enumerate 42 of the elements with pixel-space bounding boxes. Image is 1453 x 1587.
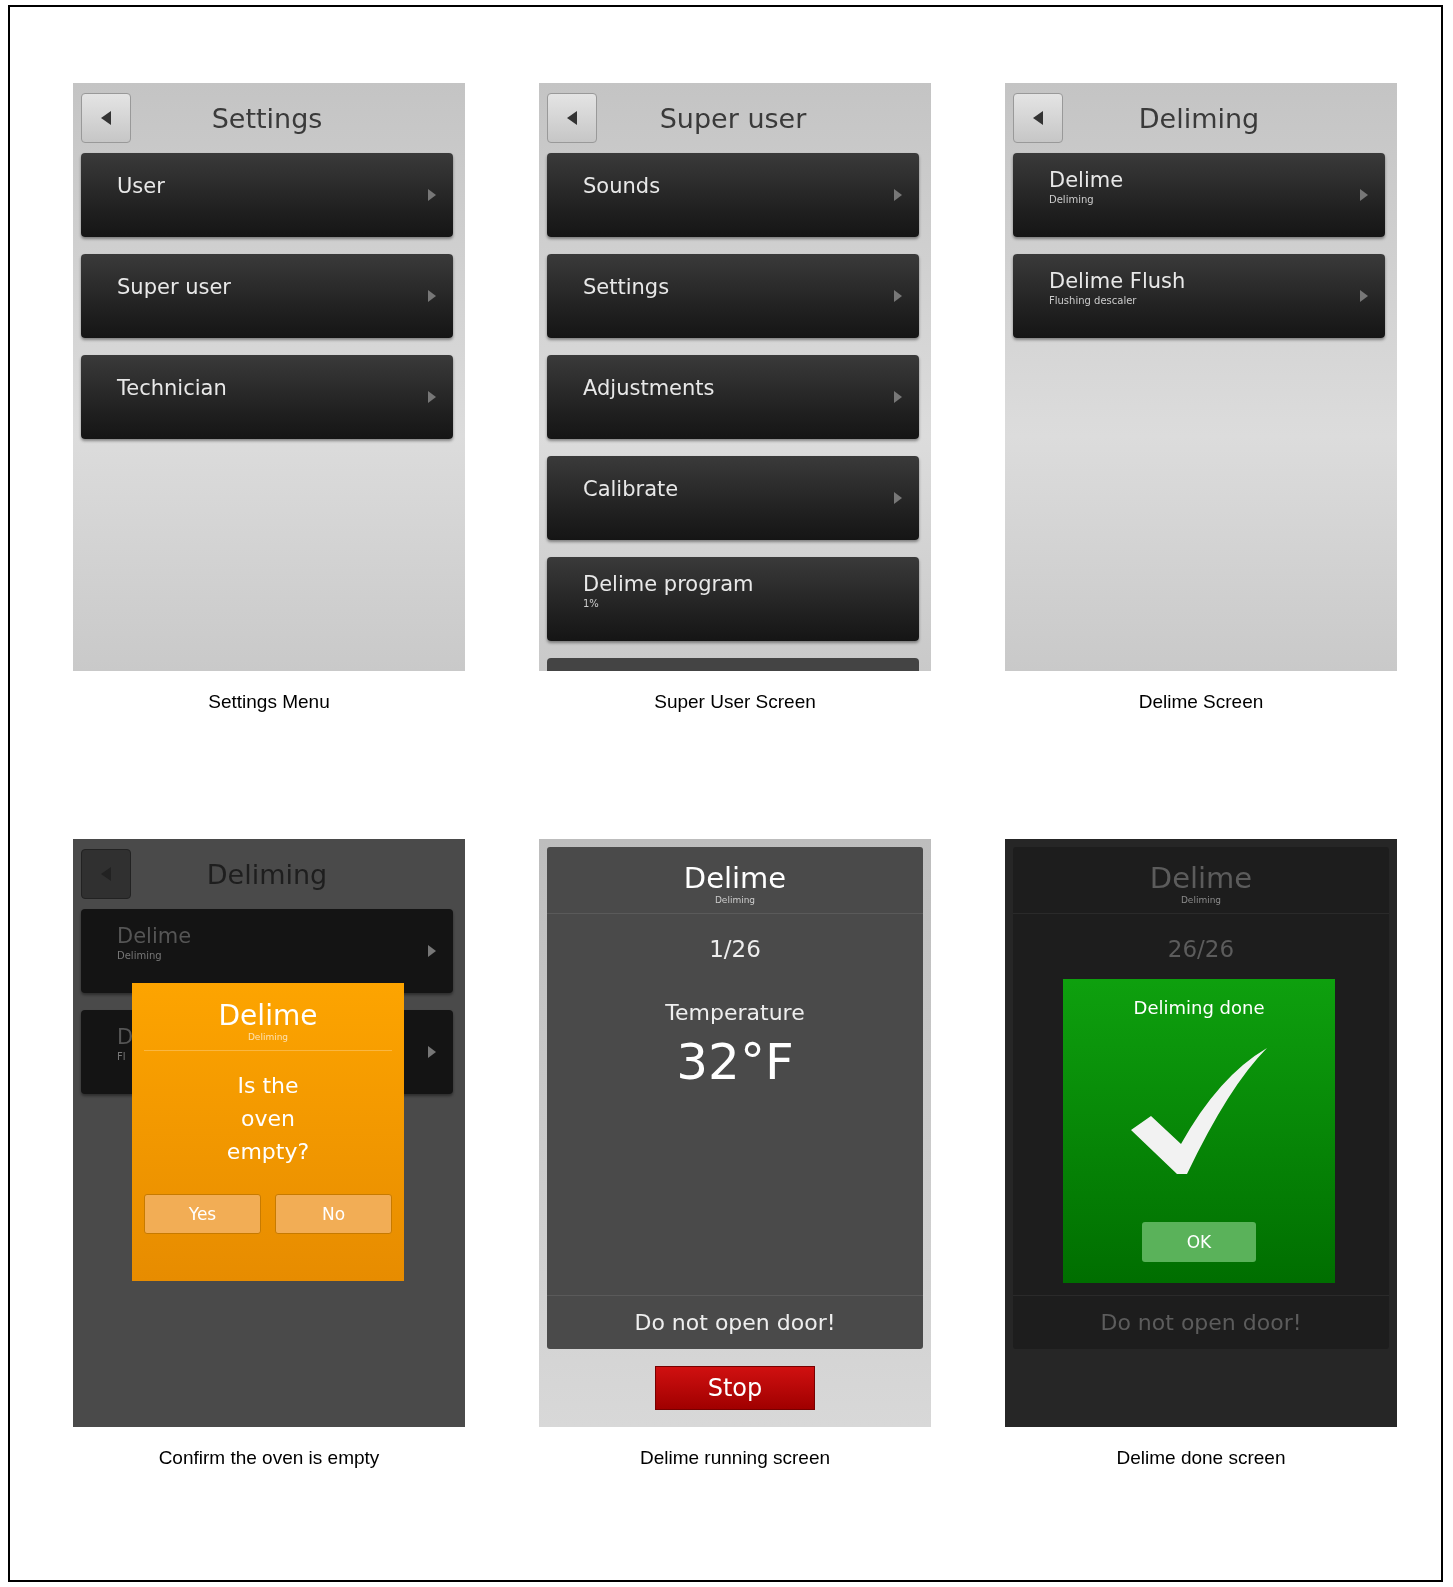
screen-title: Settings: [210, 102, 324, 134]
screen-title: Delime: [1149, 861, 1253, 895]
screen-title: Super user: [658, 102, 808, 134]
menu-item[interactable]: Delime program 1%: [547, 557, 919, 641]
menu-item[interactable]: Calibrate: [547, 456, 919, 540]
temperature-label: Temperature: [665, 1000, 805, 1025]
step-counter: 1/26: [709, 936, 761, 962]
figure-caption: Settings Menu: [208, 691, 330, 713]
back-button[interactable]: [1013, 93, 1063, 143]
figure-caption: Delime Screen: [1138, 691, 1264, 713]
warning-text: Do not open door!: [1013, 1295, 1389, 1349]
back-arrow-icon: [565, 110, 579, 126]
back-arrow-icon: [99, 110, 113, 126]
back-arrow-icon: [1031, 110, 1045, 126]
dialog-message: Is the oven empty?: [225, 1072, 311, 1166]
menu-item[interactable]: Adjustments: [547, 355, 919, 439]
temperature-value: 32°F: [676, 1033, 794, 1091]
checkmark-icon: [1129, 1046, 1269, 1176]
figure-caption: Super User Screen: [654, 691, 816, 713]
menu-item[interactable]: Super user: [81, 254, 453, 338]
menu-item[interactable]: Delime Flush Flushing descaler: [1013, 254, 1385, 338]
warning-text: Do not open door!: [547, 1295, 923, 1349]
menu-item[interactable]: Delime Deliming: [1013, 153, 1385, 237]
menu-item[interactable]: Settings: [547, 254, 919, 338]
screen-title: Delime: [683, 861, 787, 895]
menu-item[interactable]: Sounds: [547, 153, 919, 237]
menu-item[interactable]: Delime Deliming: [81, 909, 453, 993]
screen-subtitle: Deliming: [547, 895, 923, 914]
figure-caption: Delime done screen: [1116, 1447, 1286, 1469]
figure-caption: Confirm the oven is empty: [158, 1447, 380, 1469]
back-button[interactable]: [547, 93, 597, 143]
dialog-title: Deliming done: [1133, 997, 1265, 1018]
screen-subtitle: Deliming: [1013, 895, 1389, 914]
stop-button[interactable]: Stop: [655, 1366, 815, 1410]
dialog-title: Delime: [218, 999, 318, 1032]
figure-caption: Delime running screen: [639, 1447, 831, 1469]
step-counter: 26/26: [1167, 936, 1235, 962]
menu-item[interactable]: Technician: [81, 355, 453, 439]
dialog-subtitle: Deliming: [247, 1032, 289, 1042]
screen-title: Deliming: [1137, 102, 1261, 134]
back-button[interactable]: [81, 93, 131, 143]
menu-item[interactable]: User: [81, 153, 453, 237]
